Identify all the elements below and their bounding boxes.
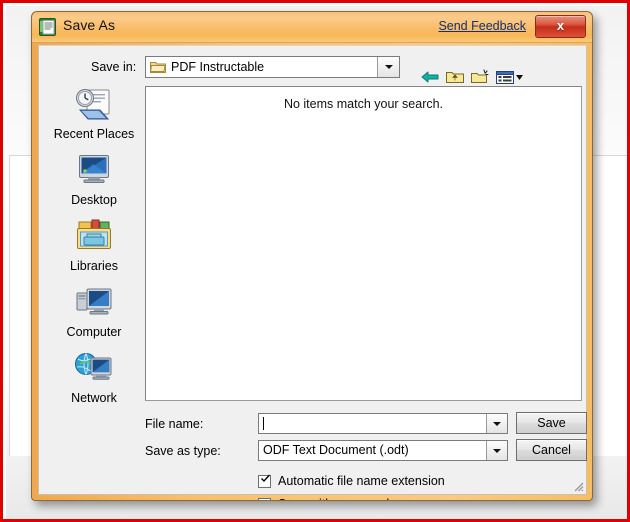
place-item-network[interactable]: Network [45,350,143,405]
cancel-button[interactable]: Cancel [516,439,587,461]
place-item-desktop[interactable]: Desktop [45,152,143,207]
checkbox-box [258,498,271,500]
checkbox-box [258,474,271,488]
recent-places-icon [45,86,143,126]
send-feedback-link[interactable]: Send Feedback [438,19,526,33]
close-button[interactable]: x [535,15,586,38]
document-icon [39,18,56,36]
save-in-combobox[interactable]: PDF Instructable [145,56,400,78]
screenshot-frame: Save As Send Feedback x Save in: PDF Ins… [0,0,630,522]
place-item-label: Recent Places [53,127,135,141]
network-icon [45,350,143,390]
save-as-type-value: ODF Text Document (.odt) [263,443,409,457]
save-in-value: PDF Instructable [171,60,265,74]
libraries-icon [45,218,143,258]
places-sidebar: Recent Places Desktop Libraries Computer… [45,86,143,416]
save-as-type-combobox[interactable]: ODF Text Document (.odt) [258,440,508,461]
save-as-dialog: Save As Send Feedback x Save in: PDF Ins… [31,11,593,501]
save-button[interactable]: Save [516,412,587,434]
computer-icon [45,284,143,324]
file-name-input[interactable] [258,413,508,434]
folder-icon [149,60,166,74]
place-item-label: Network [71,391,117,405]
file-name-label: File name: [145,417,204,431]
dialog-client-area: Save in: PDF Instructable Recent Places … [38,45,587,500]
chevron-down-icon[interactable] [486,441,507,460]
checkbox-save-with-password[interactable]: Save with password [258,497,389,500]
text-caret [263,417,264,430]
save-as-type-label: Save as type: [145,444,221,458]
chevron-down-icon[interactable] [486,414,507,433]
resize-grip[interactable] [570,478,584,492]
place-item-label: Computer [66,325,122,339]
desktop-icon [45,152,143,192]
close-icon: x [556,18,565,33]
dialog-titlebar[interactable]: Save As Send Feedback x [32,12,592,43]
new-folder-icon[interactable] [469,67,491,87]
file-list-empty-message: No items match your search. [283,97,444,111]
place-item-label: Desktop [71,193,117,207]
place-item-libraries[interactable]: Libraries [45,218,143,273]
place-item-label: Libraries [70,259,118,273]
save-in-label: Save in: [91,60,137,74]
dialog-title: Save As [63,17,116,33]
checkbox-label: Automatic file name extension [278,474,445,488]
back-arrow-icon[interactable] [419,67,441,87]
place-item-computer[interactable]: Computer [45,284,143,339]
folder-up-icon[interactable] [444,67,466,87]
chevron-down-icon[interactable] [377,57,399,77]
file-list-panel[interactable]: No items match your search. [145,86,582,401]
save-in-row: Save in: PDF Instructable [39,56,586,84]
check-icon [261,474,270,483]
checkbox-label: Save with password [278,497,389,500]
place-item-recent-places[interactable]: Recent Places [45,86,143,141]
checkbox-automatic-file-name-extension[interactable]: Automatic file name extension [258,474,445,489]
views-icon[interactable] [494,67,526,87]
